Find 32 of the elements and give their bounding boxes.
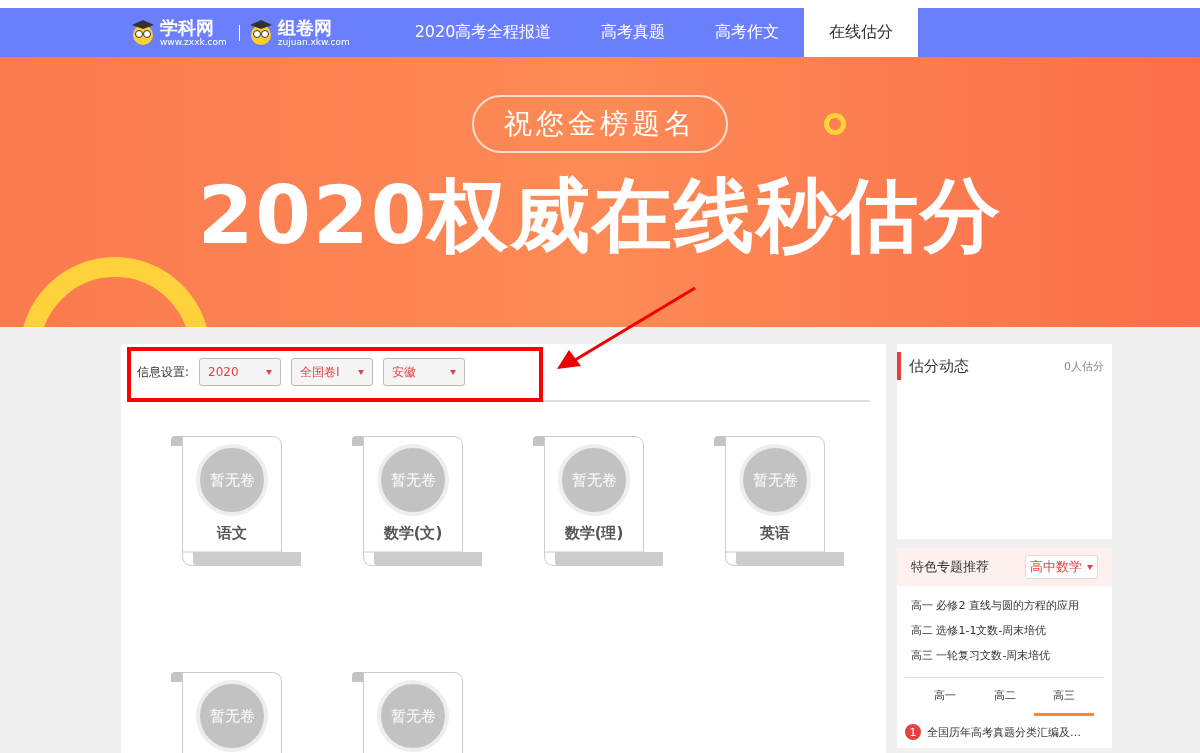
dropdown[interactable]: 安徽: [383, 358, 466, 386]
rank-badge: 1: [905, 724, 921, 740]
article-link[interactable]: 全国历年高考真题分类汇编及…: [927, 724, 1081, 740]
subject-label: 数学(文): [383, 524, 443, 543]
settings-label: 信息设置:: [137, 363, 190, 381]
grade-tab[interactable]: 高三: [1034, 678, 1094, 716]
estimate-count: 0人估分: [1064, 358, 1104, 374]
paper-scroll[interactable]: 暂无卷 英语: [714, 436, 844, 566]
section-title: 估分动态: [909, 356, 969, 376]
paper-scroll[interactable]: 暂无卷 数学(文): [352, 436, 482, 566]
paper-scroll[interactable]: 暂无卷 语文: [171, 436, 301, 566]
dropdown[interactable]: 2020: [199, 358, 282, 386]
subject-label: 语文: [217, 524, 247, 543]
section-title: 特色专题推荐: [911, 558, 989, 576]
decorative-dot: [824, 113, 846, 135]
banner-badge: 祝您金榜题名: [472, 95, 728, 153]
subject-dropdown[interactable]: 高中数学: [1025, 555, 1098, 579]
grade-tab[interactable]: 高一: [915, 678, 975, 716]
subject-label: 数学(理): [564, 524, 624, 543]
caret-icon: [266, 369, 273, 375]
caret-icon: [358, 369, 365, 375]
topic-link[interactable]: 高三 一轮复习文数-周末培优: [911, 648, 1098, 663]
paper-scroll[interactable]: 暂无卷 数学(理): [533, 436, 663, 566]
topic-link[interactable]: 高一 必修2 直线与圆的方程的应用: [911, 598, 1098, 613]
caret-icon: [1087, 564, 1093, 570]
subject-label: 英语: [760, 524, 790, 543]
topic-link[interactable]: 高二 选修1-1文数-周末培优: [911, 623, 1098, 638]
banner-headline: 2020权威在线秒估分: [197, 168, 1003, 264]
grade-tab[interactable]: 高二: [974, 678, 1035, 716]
nav-tab[interactable]: 在线估分: [804, 8, 919, 57]
dropdown[interactable]: 全国卷I: [291, 358, 374, 386]
caret-icon: [450, 369, 457, 375]
